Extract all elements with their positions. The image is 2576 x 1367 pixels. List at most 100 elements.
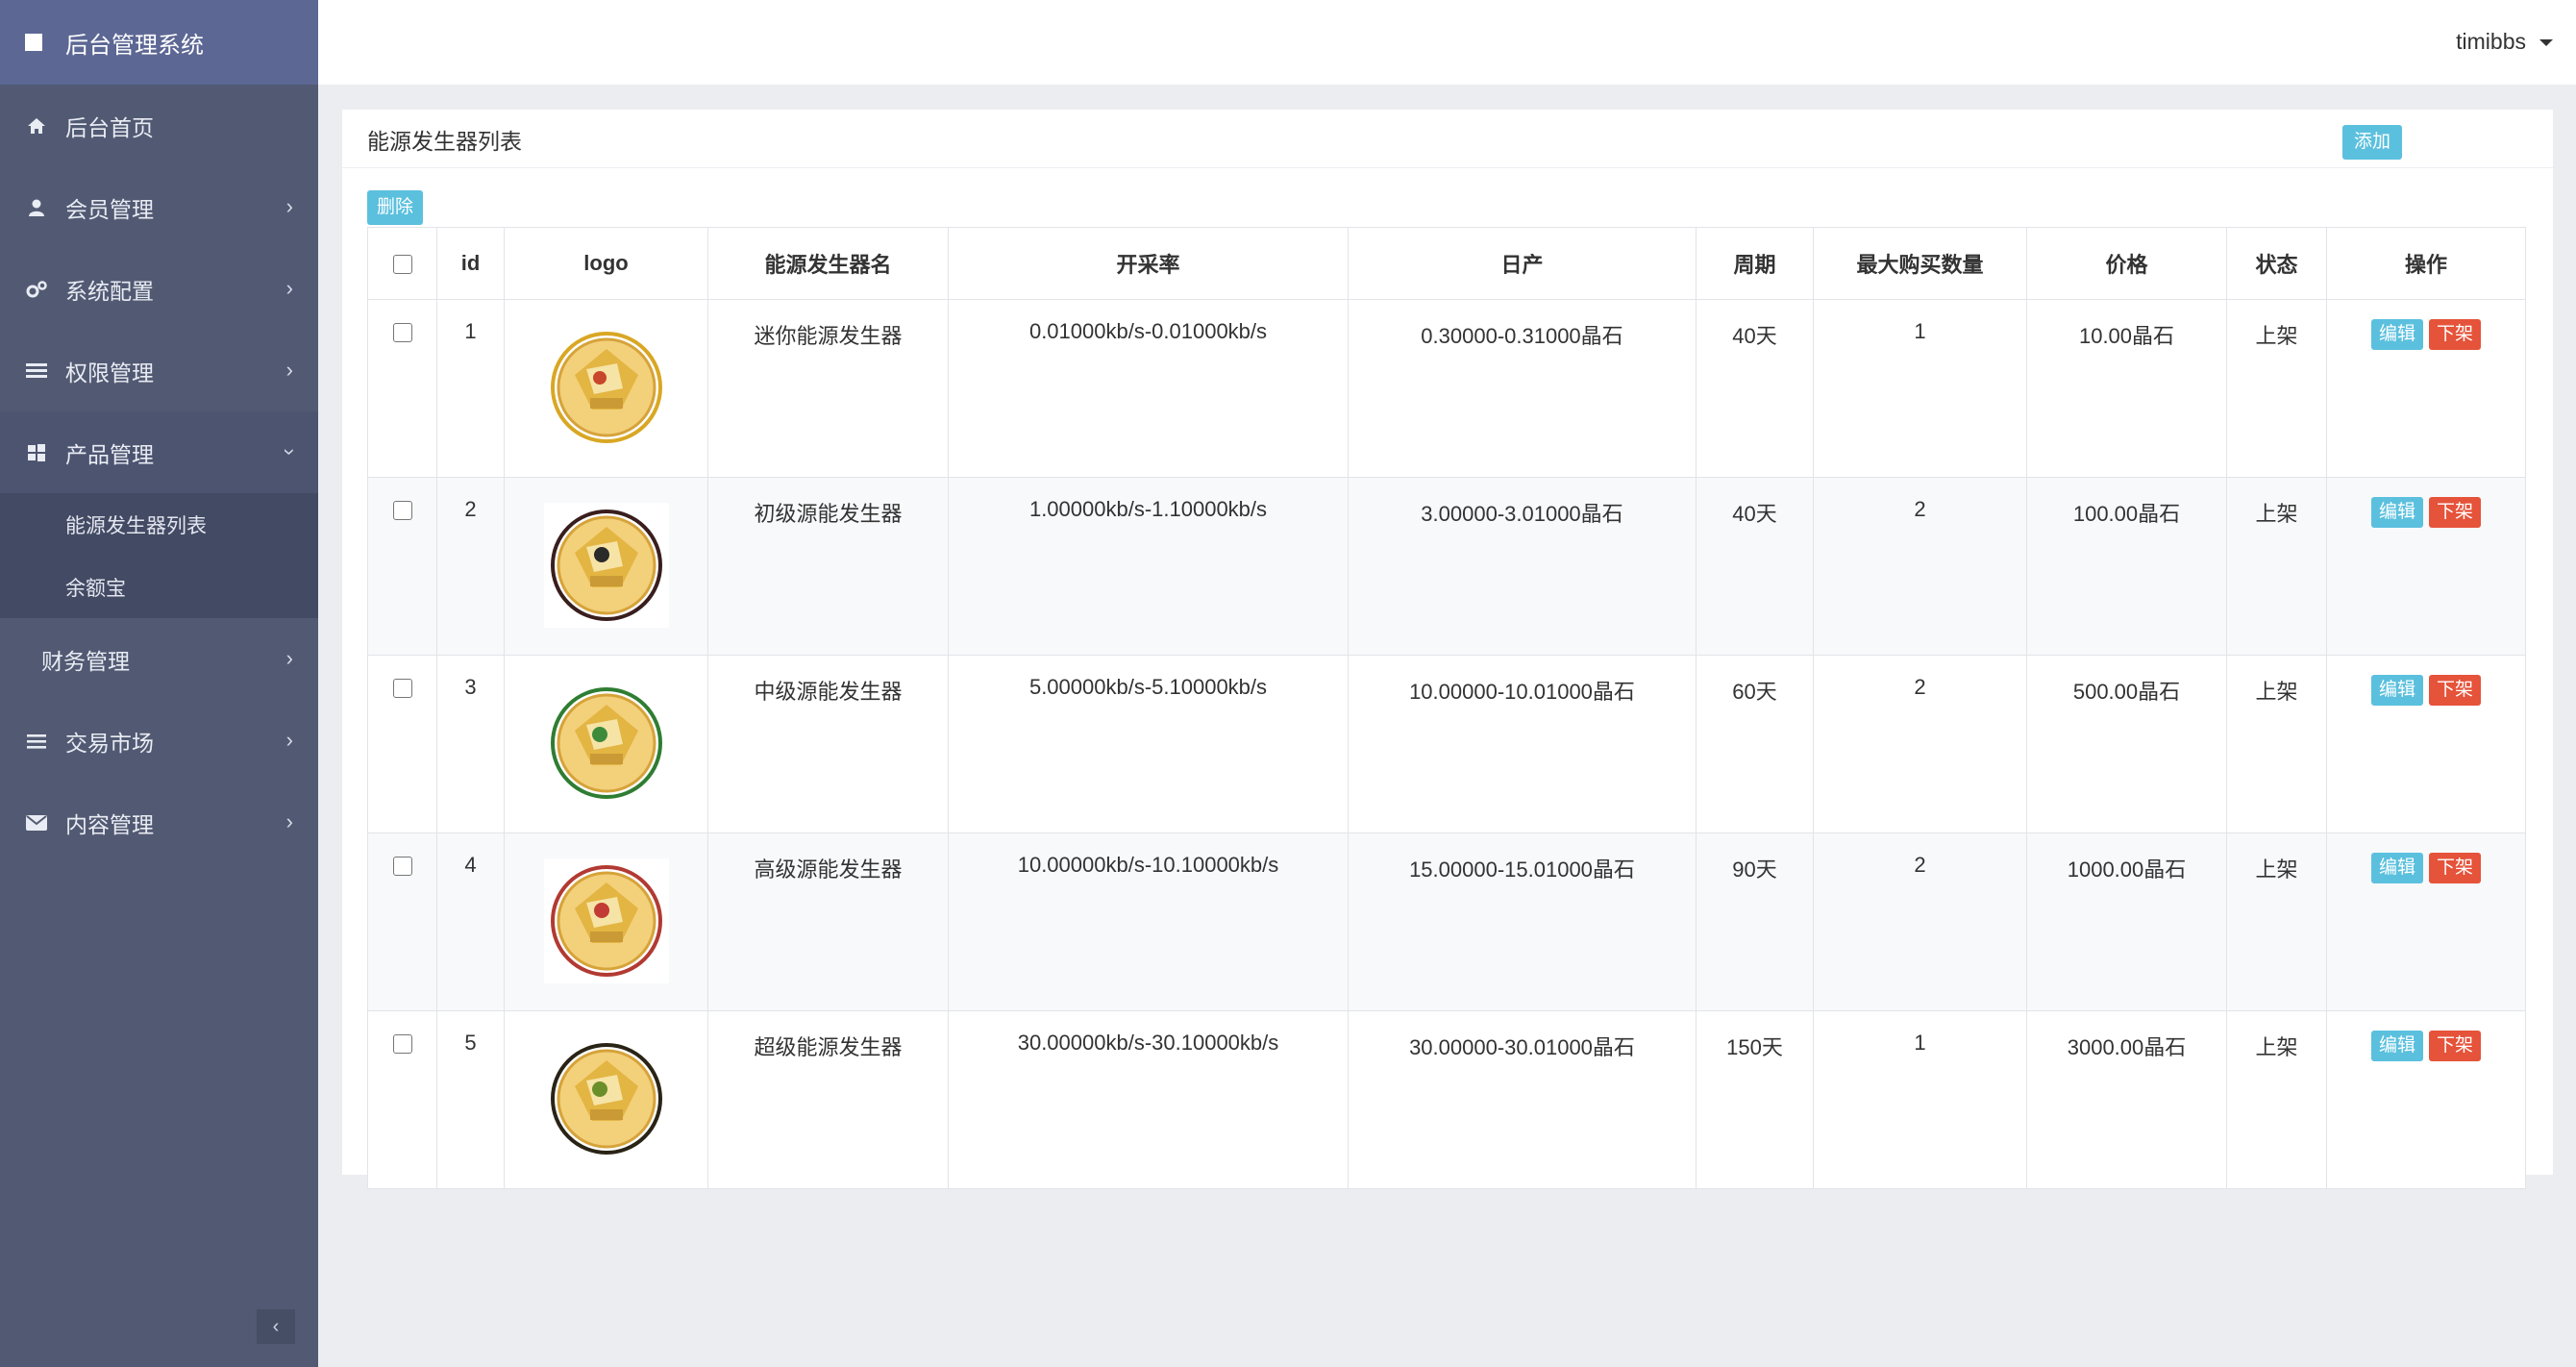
row-checkbox[interactable] (392, 857, 412, 877)
row-select-cell (367, 655, 437, 833)
column-header-price: 价格 (2026, 227, 2227, 300)
status-cell: 上架 (2226, 299, 2327, 478)
sidebar-subitem-generator-list[interactable]: 能源发生器列表 (0, 493, 318, 556)
sidebar-item-permissions[interactable]: 权限管理 › (0, 330, 318, 411)
sidebar-item-system-config[interactable]: 系统配置 › (0, 248, 318, 330)
column-header-period: 周期 (1696, 227, 1814, 300)
row-select-cell (367, 477, 437, 656)
generator-table: id logo 能源发生器名 开采率 日产 周期 最大购买数量 价格 状态 操作… (367, 227, 2526, 1189)
take-down-button[interactable]: 下架 (2429, 853, 2482, 883)
list-icon (25, 360, 48, 383)
name-cell: 高级源能发生器 (707, 833, 949, 1011)
column-header-rate: 开采率 (948, 227, 1349, 300)
row-select-cell (367, 299, 437, 478)
table-row: 3 中级源能发生器 5.00000kb/s-5.10000kb/s 10.000… (367, 655, 2526, 833)
rate-cell: 5.00000kb/s-5.10000kb/s (948, 655, 1349, 833)
sidebar-item-finance[interactable]: 财务管理 › (0, 618, 318, 700)
sidebar-item-label: 系统配置 (65, 278, 154, 304)
home-icon (25, 114, 48, 137)
name-cell: 超级能源发生器 (707, 1010, 949, 1189)
sidebar-item-content[interactable]: 内容管理 › (0, 782, 318, 863)
logo-square-icon (25, 34, 42, 51)
sidebar-subitem-yuebao[interactable]: 余额宝 (0, 556, 318, 618)
select-all-checkbox[interactable] (392, 255, 412, 275)
name-cell: 中级源能发生器 (707, 655, 949, 833)
chevron-right-icon: › (285, 193, 293, 218)
period-cell: 60天 (1696, 655, 1814, 833)
take-down-button[interactable]: 下架 (2429, 1031, 2482, 1061)
actions-cell: 编辑 下架 (2326, 1010, 2526, 1189)
take-down-button[interactable]: 下架 (2429, 675, 2482, 706)
take-down-button[interactable]: 下架 (2429, 319, 2482, 350)
table-header-row: id logo 能源发生器名 开采率 日产 周期 最大购买数量 价格 状态 操作 (367, 227, 2526, 300)
edit-button[interactable]: 编辑 (2370, 675, 2423, 706)
app-title: 后台管理系统 (65, 32, 204, 59)
chevron-right-icon: › (285, 645, 293, 670)
row-checkbox[interactable] (392, 323, 412, 343)
edit-button[interactable]: 编辑 (2370, 853, 2423, 883)
rate-cell: 0.01000kb/s-0.01000kb/s (948, 299, 1349, 478)
actions-cell: 编辑 下架 (2326, 299, 2526, 478)
sidebar-item-label: 财务管理 (41, 648, 130, 674)
chevron-right-icon: › (285, 808, 293, 833)
generator-logo-image (550, 687, 662, 799)
generator-logo-image (543, 858, 669, 983)
envelope-icon (25, 811, 48, 834)
column-header-name: 能源发生器名 (707, 227, 949, 300)
chevron-right-icon: › (285, 357, 293, 382)
sidebar-collapse-button[interactable]: ‹ (257, 1309, 295, 1344)
id-cell: 5 (436, 1010, 505, 1189)
name-cell: 迷你能源发生器 (707, 299, 949, 478)
chevron-left-icon: ‹ (272, 1315, 280, 1337)
logo-cell (504, 1010, 708, 1189)
sidebar-item-label: 内容管理 (65, 811, 154, 837)
column-header-id: id (436, 227, 505, 300)
logo-cell (504, 655, 708, 833)
name-cell: 初级源能发生器 (707, 477, 949, 656)
column-header-logo: logo (504, 227, 708, 300)
price-cell: 500.00晶石 (2026, 655, 2227, 833)
chevron-right-icon: › (285, 727, 293, 752)
sidebar-item-members[interactable]: 会员管理 › (0, 166, 318, 248)
logo-cell (504, 477, 708, 656)
max-buy-cell: 1 (1813, 299, 2027, 478)
top-bar: timibbs (318, 0, 2576, 85)
panel-divider (342, 167, 2553, 168)
row-checkbox[interactable] (392, 501, 412, 521)
rate-cell: 30.00000kb/s-30.10000kb/s (948, 1010, 1349, 1189)
row-select-cell (367, 1010, 437, 1189)
sidebar-menu: 后台首页 会员管理 › 系统配置 › 权限管理 › 产品管理 › 能源发生器列表… (0, 85, 318, 863)
id-cell: 3 (436, 655, 505, 833)
bars-icon (25, 730, 48, 753)
row-checkbox[interactable] (392, 1034, 412, 1055)
sidebar-item-products[interactable]: 产品管理 › (0, 411, 318, 493)
row-select-cell (367, 833, 437, 1011)
generator-list-panel: 能源发生器列表 添加 删除 id logo 能源发生器名 开采率 日产 周期 最… (342, 110, 2553, 1189)
daily-cell: 30.00000-30.01000晶石 (1348, 1010, 1697, 1189)
sidebar-item-label: 权限管理 (65, 360, 154, 385)
username: timibbs (2456, 29, 2526, 54)
sidebar-subitem-label: 余额宝 (65, 577, 126, 600)
edit-button[interactable]: 编辑 (2370, 497, 2423, 528)
logo-cell (504, 299, 708, 478)
app-brand[interactable]: 后台管理系统 (0, 0, 318, 85)
user-icon (25, 196, 48, 219)
take-down-button[interactable]: 下架 (2429, 497, 2482, 528)
user-menu[interactable]: timibbs (2456, 29, 2553, 55)
row-checkbox[interactable] (392, 679, 412, 699)
column-header-daily: 日产 (1348, 227, 1697, 300)
price-cell: 3000.00晶石 (2026, 1010, 2227, 1189)
add-button[interactable]: 添加 (2342, 125, 2403, 160)
edit-button[interactable]: 编辑 (2370, 1031, 2423, 1061)
chevron-down-icon: › (278, 447, 303, 456)
edit-button[interactable]: 编辑 (2370, 319, 2423, 350)
sidebar-item-market[interactable]: 交易市场 › (0, 700, 318, 782)
table-row: 2 初级源能发生器 1.00000kb/s-1.10000kb/s 3.0000… (367, 477, 2526, 656)
generator-logo-image (550, 1043, 662, 1155)
sidebar-item-home[interactable]: 后台首页 (0, 85, 318, 166)
delete-button[interactable]: 删除 (367, 190, 424, 225)
daily-cell: 0.30000-0.31000晶石 (1348, 299, 1697, 478)
table-row: 1 迷你能源发生器 0.01000kb/s-0.01000kb/s 0.3000… (367, 299, 2526, 478)
max-buy-cell: 1 (1813, 1010, 2027, 1189)
actions-cell: 编辑 下架 (2326, 833, 2526, 1011)
